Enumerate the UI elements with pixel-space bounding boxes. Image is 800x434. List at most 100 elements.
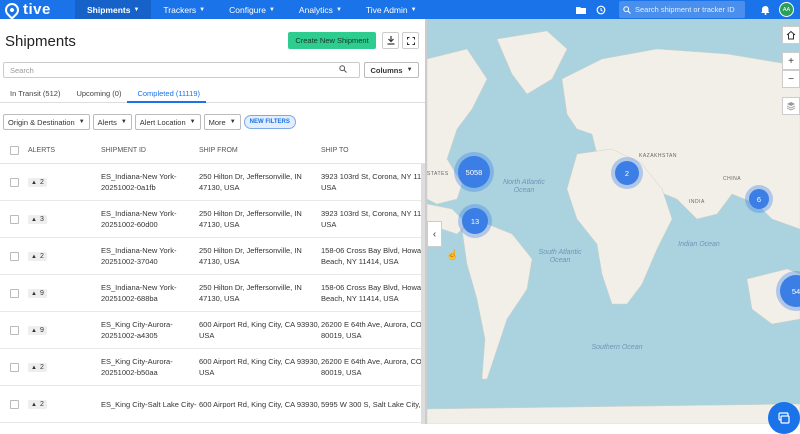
shipment-id-line: ES_Indiana-New York- xyxy=(101,209,177,218)
row-checkbox[interactable] xyxy=(9,251,19,261)
layers-icon[interactable] xyxy=(782,97,800,115)
map-cluster-marker[interactable]: 2 xyxy=(615,161,639,185)
row-checkbox[interactable] xyxy=(9,362,19,372)
row-select-cell xyxy=(0,251,28,261)
filter-origin-destination[interactable]: Origin & Destination ▼ xyxy=(3,114,90,130)
shipment-search-input[interactable] xyxy=(4,65,339,75)
country-label: CHINA xyxy=(723,176,742,182)
alert-count-badge[interactable]: ▲ 9 xyxy=(28,289,47,299)
table-row[interactable]: ▲ 2 ES_Indiana-New York- 20251002-37040 25… xyxy=(0,238,425,275)
filter-more[interactable]: More ▼ xyxy=(203,114,241,130)
shipment-id-cell[interactable]: ES_King City-Salt Lake City- xyxy=(101,399,199,410)
tab-in-transit[interactable]: In Transit (512) xyxy=(0,85,66,103)
table-row[interactable]: ▲ 3 ES_Indiana-New York- 20251002-60d00 25… xyxy=(0,201,425,238)
alert-count-badge[interactable]: ▲ 2 xyxy=(28,252,47,262)
ship-from-line: USA xyxy=(199,331,215,340)
collapse-panel-chevron-left-icon[interactable]: ‹ xyxy=(427,221,442,247)
ship-to-line: Beach, NY 11414, USA xyxy=(321,257,399,266)
table-row[interactable]: ▲ 2 ES_Indiana-New York- 20251002-0a1fb 25… xyxy=(0,164,425,201)
ship-to-cell: 158-06 Cross Bay Blvd, Howard Beach, NY 1… xyxy=(321,282,425,304)
nav-label: Tive Admin xyxy=(365,4,408,15)
ship-from-header[interactable]: SHIP FROM xyxy=(199,145,321,156)
filter-label: More xyxy=(208,117,226,127)
alert-count: 2 xyxy=(39,364,44,372)
nav-shipments[interactable]: Shipments ▼ xyxy=(75,0,152,19)
alert-count-badge[interactable]: ▲ 9 xyxy=(28,326,47,336)
ship-from-line: 600 Airport Rd, King City, CA 93930, xyxy=(199,320,320,329)
bell-icon[interactable] xyxy=(755,0,775,19)
map-cluster-marker[interactable]: 6 xyxy=(749,189,769,209)
ship-from-line: 250 Hilton Dr, Jeffersonville, IN xyxy=(199,172,302,181)
tab-completed[interactable]: Completed (11119) xyxy=(127,85,207,103)
nav-configure[interactable]: Configure ▼ xyxy=(217,0,287,19)
ship-from-cell: 250 Hilton Dr, Jeffersonville, IN 47130, … xyxy=(199,208,321,230)
shipment-id-cell[interactable]: ES_Indiana-New York- 20251002-0a1fb xyxy=(101,171,199,193)
search-icon[interactable] xyxy=(339,65,347,75)
shipment-id-line: ES_Indiana-New York- xyxy=(101,246,177,255)
zoom-out-icon[interactable]: − xyxy=(782,70,800,88)
country-label: INDIA xyxy=(689,199,705,205)
map-cluster-marker[interactable]: 5058 xyxy=(458,156,490,188)
tive-logo[interactable]: tive xyxy=(2,0,75,20)
columns-label: Columns xyxy=(370,65,403,75)
fullscreen-icon[interactable] xyxy=(402,32,419,49)
nav-analytics[interactable]: Analytics ▼ xyxy=(287,0,354,19)
search-icon xyxy=(623,5,631,14)
shipment-map[interactable]: STATES KAZAKHSTAN INDIA CHINA North Atla… xyxy=(427,19,800,424)
shipment-id-line: ES_King City-Aurora- xyxy=(101,357,173,366)
ship-to-header[interactable]: SHIP TO xyxy=(321,145,425,156)
shipment-id-cell[interactable]: ES_Indiana-New York- 20251002-60d00 xyxy=(101,208,199,230)
alert-count-badge[interactable]: ▲ 3 xyxy=(28,215,47,225)
shipment-id-cell[interactable]: ES_King City-Aurora- 20251002-b50aa xyxy=(101,356,199,378)
shipment-id-cell[interactable]: ES_Indiana-New York- 20251002-37040 xyxy=(101,245,199,267)
ship-to-cell: 26200 E 64th Ave, Aurora, CO 80019, USA xyxy=(321,319,425,341)
alert-count-badge[interactable]: ▲ 2 xyxy=(28,400,47,410)
nav-trackers[interactable]: Trackers ▼ xyxy=(151,0,217,19)
ship-from-cell: 250 Hilton Dr, Jeffersonville, IN 47130, … xyxy=(199,282,321,304)
shipment-id-line: ES_Indiana-New York- xyxy=(101,172,177,181)
chat-icon[interactable] xyxy=(768,402,800,434)
alert-count-badge[interactable]: ▲ 2 xyxy=(28,178,47,188)
row-checkbox[interactable] xyxy=(9,214,19,224)
create-new-shipment-button[interactable]: Create New Shipment xyxy=(288,32,376,49)
ship-to-line: 3923 103rd St, Corona, NY 1136 xyxy=(321,209,425,218)
warning-icon: ▲ xyxy=(31,401,37,408)
row-checkbox[interactable] xyxy=(9,325,19,335)
shipment-id-cell[interactable]: ES_Indiana-New York- 20251002-688ba xyxy=(101,282,199,304)
table-row[interactable]: ▲ 9 ES_King City-Aurora- 20251002-a4305 60… xyxy=(0,312,425,349)
home-icon[interactable] xyxy=(782,26,800,44)
top-navigation-bar: tive Shipments ▼ Trackers ▼ Configure ▼ Ana… xyxy=(0,0,800,20)
nav-tive-admin[interactable]: Tive Admin ▼ xyxy=(354,0,429,19)
filter-alert-location[interactable]: Alert Location ▼ xyxy=(134,114,201,130)
nav-label: Analytics xyxy=(298,4,333,15)
user-avatar[interactable]: AA xyxy=(779,2,794,17)
shipment-id-cell[interactable]: ES_King City-Aurora- 20251002-a4305 xyxy=(101,319,199,341)
row-checkbox[interactable] xyxy=(9,399,19,409)
filter-label: Origin & Destination xyxy=(8,117,75,127)
zoom-in-icon[interactable]: + xyxy=(782,52,800,70)
alerts-header[interactable]: ALERTS xyxy=(28,147,101,154)
download-icon[interactable] xyxy=(382,32,399,49)
tab-upcoming[interactable]: Upcoming (0) xyxy=(66,85,127,103)
row-checkbox[interactable] xyxy=(9,288,19,298)
select-all-checkbox[interactable] xyxy=(9,146,19,155)
row-checkbox[interactable] xyxy=(9,177,19,187)
alert-count-badge[interactable]: ▲ 2 xyxy=(28,363,47,373)
folder-icon[interactable] xyxy=(571,0,591,19)
columns-dropdown[interactable]: Columns ▼ xyxy=(364,62,419,78)
table-row[interactable]: ▲ 2 ES_King City-Salt Lake City- 600 Airp… xyxy=(0,386,425,423)
map-cluster-marker[interactable]: 13 xyxy=(462,208,488,234)
ship-from-line: 600 Airport Rd, King City, CA 93930, xyxy=(199,399,320,409)
table-row[interactable]: ▲ 9 ES_Indiana-New York- 20251002-688ba 25… xyxy=(0,275,425,312)
shipment-id-header[interactable]: SHIPMENT ID xyxy=(101,145,199,156)
new-filters-button[interactable]: NEW FILTERS xyxy=(243,115,296,129)
filter-alerts[interactable]: Alerts ▼ xyxy=(92,114,132,130)
ship-to-cell: 3923 103rd St, Corona, NY 1136 USA xyxy=(321,171,425,193)
row-select-cell xyxy=(0,362,28,372)
table-row[interactable]: ▲ 2 ES_King City-Aurora- 20251002-b50aa 60… xyxy=(0,349,425,386)
global-search-input[interactable] xyxy=(635,5,741,14)
global-search[interactable] xyxy=(619,1,745,18)
table-header: ALERTS SHIPMENT ID SHIP FROM SHIP TO xyxy=(0,138,425,164)
warning-icon: ▲ xyxy=(31,327,37,334)
history-icon[interactable] xyxy=(591,0,611,19)
